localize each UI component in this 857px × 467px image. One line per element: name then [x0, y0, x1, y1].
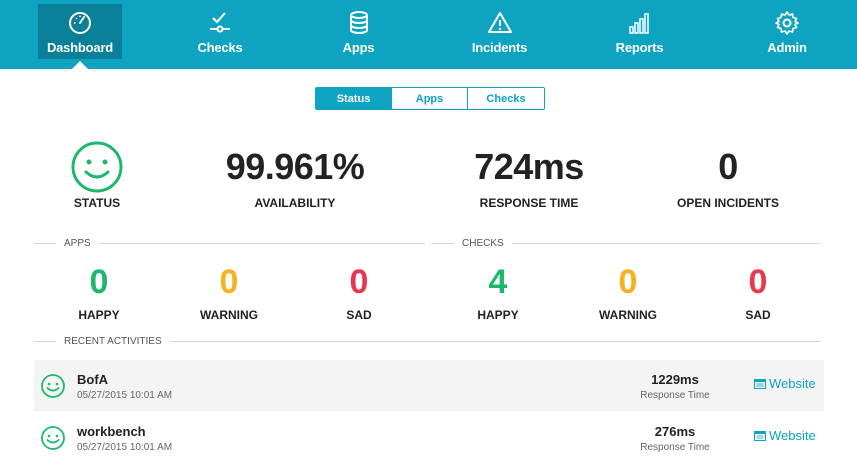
- checks-warning-label: WARNING: [599, 308, 657, 322]
- happy-face-icon: [41, 426, 65, 450]
- apps-warning-label: WARNING: [200, 308, 258, 322]
- checks-header-label: CHECKS: [462, 238, 504, 249]
- nav-label: Admin: [767, 40, 807, 55]
- open-incidents-label: OPEN INCIDENTS: [676, 196, 779, 210]
- database-icon: [346, 10, 372, 36]
- view-tabs: Status Apps Checks: [315, 87, 545, 110]
- nav-checks[interactable]: Checks: [160, 0, 280, 69]
- website-link[interactable]: Website: [754, 376, 816, 391]
- checks-section-header: CHECKS: [432, 238, 820, 249]
- divider: [34, 341, 56, 342]
- status-stat: STATUS: [17, 140, 177, 210]
- divider: [169, 341, 821, 342]
- nav-incidents[interactable]: Incidents: [437, 0, 562, 69]
- nav-label: Incidents: [471, 40, 528, 55]
- apps-happy-value: 0: [89, 263, 109, 301]
- nav-reports[interactable]: Reports: [562, 0, 717, 69]
- nav-label: Apps: [342, 40, 375, 55]
- checks-sad-label: SAD: [745, 308, 771, 322]
- activity-response-value: 1229ms: [651, 372, 699, 387]
- divider: [511, 243, 820, 244]
- checks-warning-count: 0 WARNING: [558, 262, 698, 322]
- divider: [432, 243, 454, 244]
- activity-response-label: Response Time: [640, 442, 710, 453]
- nav-apps[interactable]: Apps: [280, 0, 437, 69]
- availability-stat: 99.961% AVAILABILITY: [215, 140, 375, 210]
- tab-apps[interactable]: Apps: [392, 88, 468, 109]
- apps-sad-count: 0 SAD: [289, 262, 429, 322]
- nav-label: Dashboard: [46, 40, 114, 55]
- apps-warning-value: 0: [219, 263, 239, 301]
- response-time-label: RESPONSE TIME: [479, 196, 579, 210]
- response-time-value: 724ms: [474, 146, 584, 187]
- checks-warning-value: 0: [618, 263, 638, 301]
- website-link-label: Website: [769, 376, 816, 391]
- recent-activities-header: RECENT ACTIVITIES: [34, 336, 821, 347]
- apps-header-label: APPS: [64, 238, 91, 249]
- apps-section-header: APPS: [34, 238, 425, 249]
- apps-sad-label: SAD: [346, 308, 372, 322]
- activity-response: 1229ms Response Time: [630, 372, 720, 401]
- activity-timestamp: 05/27/2015 10:01 AM: [77, 442, 173, 453]
- activity-timestamp: 05/27/2015 10:01 AM: [77, 390, 173, 401]
- happy-face-icon: [71, 141, 123, 193]
- checks-happy-value: 4: [488, 263, 508, 301]
- nav-label: Reports: [615, 40, 664, 55]
- open-incidents-stat: 0 OPEN INCIDENTS: [648, 140, 808, 210]
- activity-response: 276ms Response Time: [630, 424, 720, 453]
- activity-response-value: 276ms: [654, 424, 696, 439]
- checks-sad-value: 0: [748, 263, 768, 301]
- open-incidents-value: 0: [718, 146, 738, 187]
- tab-checks[interactable]: Checks: [468, 88, 544, 109]
- availability-label: AVAILABILITY: [254, 196, 336, 210]
- checks-icon: [207, 10, 233, 36]
- divider: [98, 243, 425, 244]
- checks-happy-label: HAPPY: [477, 308, 519, 322]
- activity-row[interactable]: workbench 05/27/2015 10:01 AM 276ms Resp…: [34, 412, 824, 463]
- nav-label: Checks: [197, 40, 243, 55]
- tab-status[interactable]: Status: [316, 88, 392, 109]
- checks-happy-count: 4 HAPPY: [428, 262, 568, 322]
- bar-chart-icon: [627, 10, 653, 36]
- activity-app-name: BofA: [77, 372, 109, 387]
- browser-window-icon: [754, 430, 766, 441]
- gauge-icon: [67, 10, 93, 36]
- recent-activities-label: RECENT ACTIVITIES: [64, 336, 162, 347]
- nav-admin[interactable]: Admin: [717, 0, 857, 69]
- nav-dashboard[interactable]: Dashboard: [0, 0, 160, 69]
- divider: [34, 243, 56, 244]
- availability-value: 99.961%: [225, 146, 365, 187]
- status-label: STATUS: [73, 196, 121, 210]
- checks-sad-count: 0 SAD: [688, 262, 828, 322]
- activity-row[interactable]: BofA 05/27/2015 10:01 AM 1229ms Response…: [34, 360, 824, 411]
- gear-icon: [774, 10, 800, 36]
- nav-caret: [72, 61, 88, 69]
- activity-response-label: Response Time: [640, 390, 710, 401]
- activity-app-name: workbench: [77, 424, 146, 439]
- happy-face-icon: [41, 374, 65, 398]
- response-time-stat: 724ms RESPONSE TIME: [449, 140, 609, 210]
- top-nav: Dashboard Checks Apps Incidents Reports …: [0, 0, 857, 69]
- apps-warning-count: 0 WARNING: [159, 262, 299, 322]
- apps-happy-count: 0 HAPPY: [29, 262, 169, 322]
- warning-icon: [487, 10, 513, 36]
- apps-happy-label: HAPPY: [78, 308, 120, 322]
- apps-sad-value: 0: [349, 263, 369, 301]
- website-link[interactable]: Website: [754, 428, 816, 443]
- browser-window-icon: [754, 378, 766, 389]
- website-link-label: Website: [769, 428, 816, 443]
